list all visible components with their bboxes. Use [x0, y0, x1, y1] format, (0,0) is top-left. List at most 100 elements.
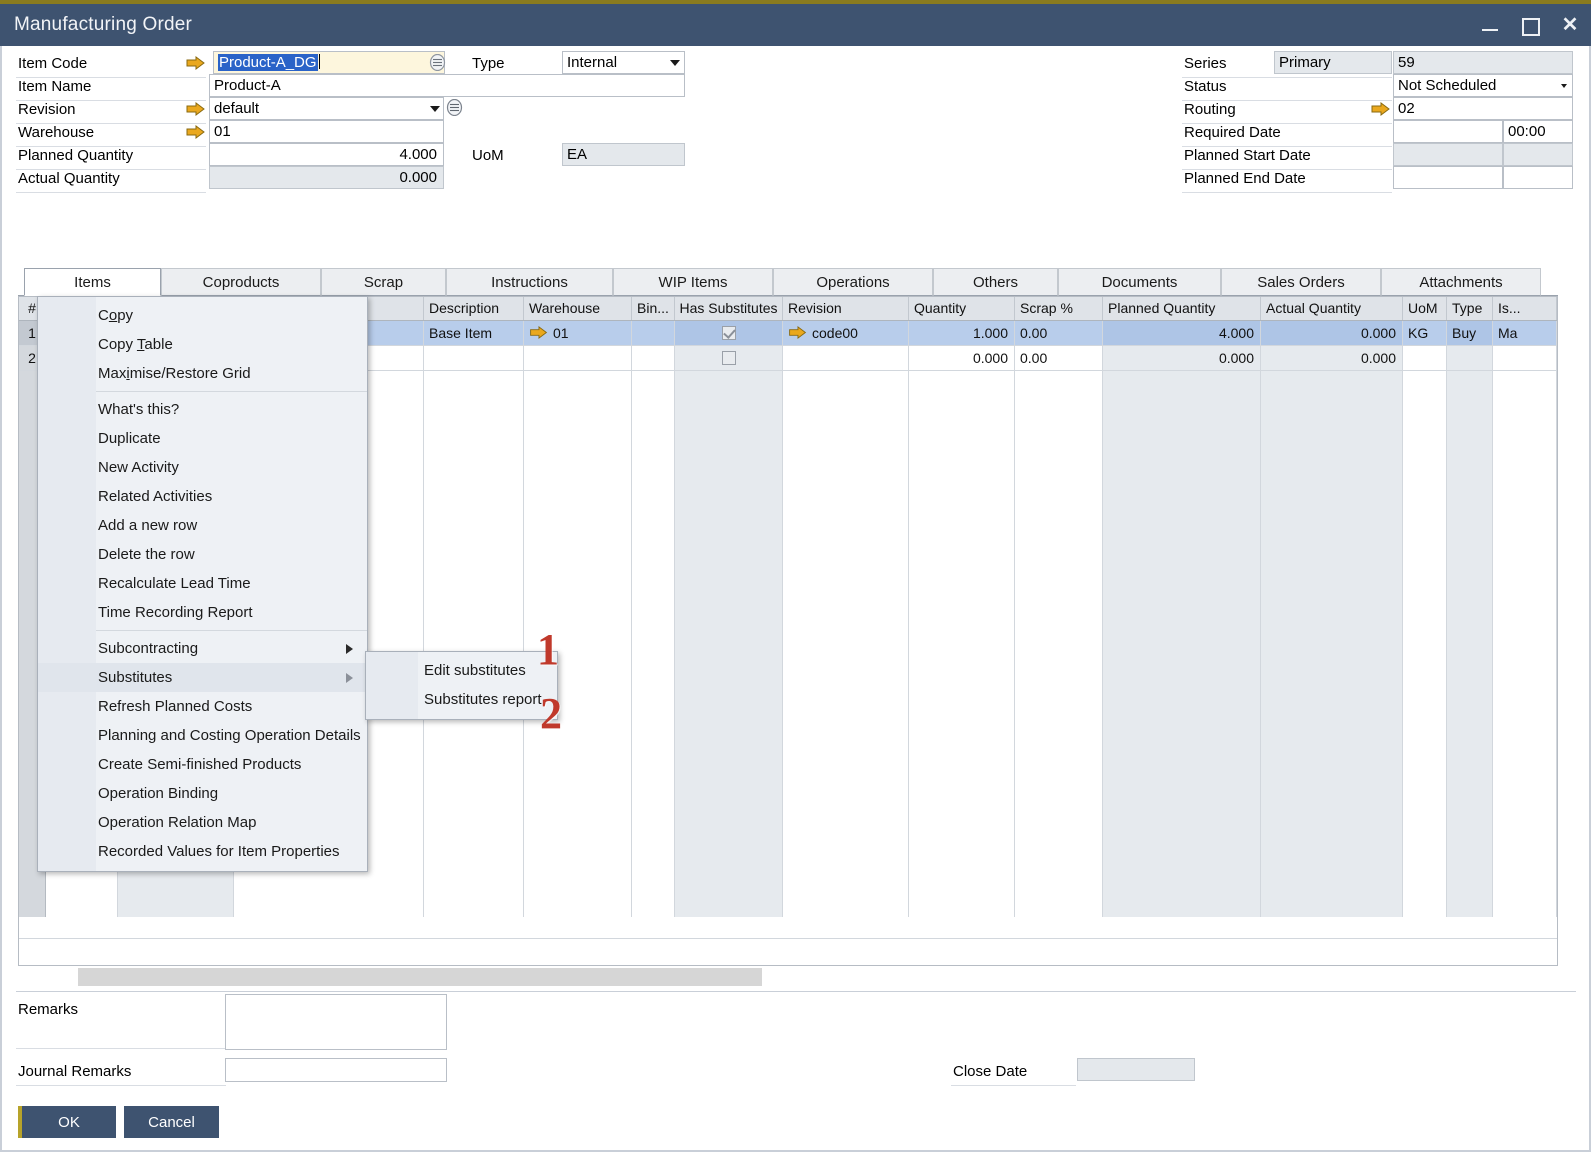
series-value[interactable]: Primary [1274, 51, 1392, 74]
has-substitutes-checkbox[interactable] [722, 326, 736, 340]
tab-items[interactable]: Items [24, 268, 161, 296]
context-menu-item-refresh-planned-costs[interactable]: Refresh Planned Costs [38, 692, 367, 721]
tab-documents[interactable]: Documents [1058, 268, 1221, 296]
revision-combo[interactable]: default [209, 97, 444, 120]
context-menu-item-recorded-values-for-item-properties[interactable]: Recorded Values for Item Properties [38, 837, 367, 866]
context-menu-item-delete-the-row[interactable]: Delete the row [38, 540, 367, 569]
link-arrow-icon-revision[interactable] [186, 102, 205, 116]
cancel-button[interactable]: Cancel [124, 1106, 219, 1138]
journal-remarks-input[interactable] [225, 1058, 447, 1082]
cell-bin[interactable] [632, 346, 675, 371]
minimize-icon[interactable] [1479, 14, 1501, 36]
column-header-uom[interactable]: UoM [1403, 297, 1447, 320]
tab-scrap[interactable]: Scrap [321, 268, 446, 296]
cell-qty[interactable]: 0.000 [909, 346, 1015, 371]
column-header-rev[interactable]: Revision [783, 297, 909, 320]
choose-from-list-icon-item-code[interactable] [429, 54, 446, 71]
context-menu-item-operation-relation-map[interactable]: Operation Relation Map [38, 808, 367, 837]
required-time-input[interactable]: 00:00 [1503, 120, 1573, 143]
link-arrow-icon-whs[interactable] [529, 322, 548, 339]
tab-coproducts[interactable]: Coproducts [161, 268, 321, 296]
close-icon[interactable]: ✕ [1559, 14, 1581, 36]
warehouse-input[interactable]: 01 [209, 120, 444, 143]
cell-rev[interactable] [783, 346, 909, 371]
context-menu-item-create-semi-finished-products[interactable]: Create Semi-finished Products [38, 750, 367, 779]
tab-attachments[interactable]: Attachments [1381, 268, 1541, 296]
cell-desc[interactable] [424, 346, 524, 371]
cell-plqty[interactable]: 0.000 [1103, 346, 1261, 371]
cell-acqty[interactable]: 0.000 [1261, 346, 1403, 371]
cell-is[interactable]: Ma [1493, 321, 1557, 346]
chevron-down-icon-status[interactable] [1561, 84, 1567, 88]
cell-scrap[interactable]: 0.00 [1015, 346, 1103, 371]
item-code-input[interactable]: Product-A_DG [213, 51, 445, 74]
tab-wip-items[interactable]: WIP Items [613, 268, 773, 296]
item-name-input[interactable]: Product-A [209, 74, 685, 97]
cell-whs[interactable]: 01 [524, 321, 632, 346]
context-menu-item-planning-and-costing-operation-details[interactable]: Planning and Costing Operation Details [38, 721, 367, 750]
remarks-input[interactable] [225, 994, 447, 1050]
context-menu-item-copy-table[interactable]: Copy Table [38, 330, 367, 359]
cell-bin[interactable] [632, 321, 675, 346]
status-combo[interactable]: Not Scheduled [1393, 74, 1573, 97]
cell-type[interactable]: Buy [1447, 321, 1493, 346]
column-header-is[interactable]: Is... [1493, 297, 1557, 320]
column-header-hassub[interactable]: Has Substitutes [675, 297, 783, 320]
planned-quantity-input[interactable]: 4.000 [209, 143, 444, 166]
cell-rev[interactable]: code00 [783, 321, 909, 346]
context-menu-item-substitutes[interactable]: Substitutes [38, 663, 367, 692]
chevron-down-icon-type[interactable] [670, 60, 680, 66]
ok-button[interactable]: OK [18, 1106, 116, 1138]
cell-hassub[interactable] [675, 321, 783, 346]
context-menu-item-maximise-restore-grid[interactable]: Maximise/Restore Grid [38, 359, 367, 388]
context-menu-item-related-activities[interactable]: Related Activities [38, 482, 367, 511]
tab-instructions[interactable]: Instructions [446, 268, 613, 296]
column-header-plqty[interactable]: Planned Quantity [1103, 297, 1261, 320]
cell-plqty[interactable]: 4.000 [1103, 321, 1261, 346]
link-arrow-icon-item-code[interactable] [186, 56, 205, 70]
cell-qty[interactable]: 1.000 [909, 321, 1015, 346]
context-menu-item-new-activity[interactable]: New Activity [38, 453, 367, 482]
cell-whs[interactable] [524, 346, 632, 371]
cell-acqty[interactable]: 0.000 [1261, 321, 1403, 346]
chevron-down-icon-revision[interactable] [430, 106, 440, 112]
column-header-bin[interactable]: Bin... [632, 297, 675, 320]
context-menu-item-recalculate-lead-time[interactable]: Recalculate Lead Time [38, 569, 367, 598]
link-arrow-icon-rev[interactable] [788, 322, 807, 339]
cell-uom[interactable] [1403, 346, 1447, 371]
grid-horizontal-scrollbar[interactable] [18, 966, 1558, 988]
submenu-item-substitutes-report[interactable]: Substitutes report [366, 685, 557, 714]
tab-operations[interactable]: Operations [773, 268, 933, 296]
context-menu-item-operation-binding[interactable]: Operation Binding [38, 779, 367, 808]
tab-sales-orders[interactable]: Sales Orders [1221, 268, 1381, 296]
context-menu-item-add-a-new-row[interactable]: Add a new row [38, 511, 367, 540]
tab-others[interactable]: Others [933, 268, 1058, 296]
column-header-whs[interactable]: Warehouse [524, 297, 632, 320]
required-date-input[interactable] [1393, 120, 1503, 143]
cell-uom[interactable]: KG [1403, 321, 1447, 346]
planned-end-date-input[interactable] [1393, 166, 1503, 189]
column-header-acqty[interactable]: Actual Quantity [1261, 297, 1403, 320]
has-substitutes-checkbox[interactable] [722, 351, 736, 365]
cell-type[interactable] [1447, 346, 1493, 371]
context-menu-item-time-recording-report[interactable]: Time Recording Report [38, 598, 367, 627]
submenu-item-edit-substitutes[interactable]: Edit substitutes [366, 656, 557, 685]
link-arrow-icon-warehouse[interactable] [186, 125, 205, 139]
context-menu-item-subcontracting[interactable]: Subcontracting [38, 634, 367, 663]
context-menu-item-copy[interactable]: Copy [38, 301, 367, 330]
context-menu-item-duplicate[interactable]: Duplicate [38, 424, 367, 453]
column-header-desc[interactable]: Description [424, 297, 524, 320]
choose-from-list-icon-revision[interactable] [446, 99, 463, 116]
routing-input[interactable]: 02 [1393, 97, 1573, 120]
column-header-type[interactable]: Type [1447, 297, 1493, 320]
column-header-qty[interactable]: Quantity [909, 297, 1015, 320]
column-header-scrap[interactable]: Scrap % [1015, 297, 1103, 320]
scrollbar-thumb[interactable] [78, 968, 762, 986]
cell-hassub[interactable] [675, 346, 783, 371]
planned-end-time-input[interactable] [1503, 166, 1573, 189]
link-arrow-icon-routing[interactable] [1371, 102, 1390, 116]
cell-desc[interactable]: Base Item [424, 321, 524, 346]
series-number-value[interactable]: 59 [1393, 51, 1573, 74]
type-combo[interactable]: Internal [562, 51, 685, 74]
context-menu-item-what-s-this[interactable]: What's this? [38, 395, 367, 424]
